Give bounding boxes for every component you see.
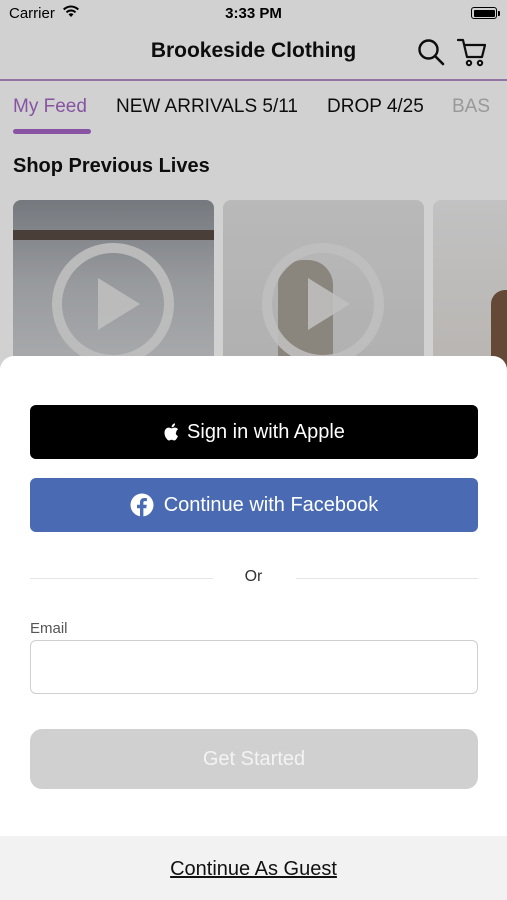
apple-button-label: Sign in with Apple — [187, 420, 345, 443]
screen: Carrier 3:33 PM Brookeside Clothing My F… — [0, 0, 507, 900]
guest-bar: Continue As Guest — [0, 836, 507, 900]
sign-in-with-apple-button[interactable]: Sign in with Apple — [30, 405, 478, 459]
get-started-button[interactable]: Get Started — [30, 729, 478, 789]
continue-as-guest-link[interactable]: Continue As Guest — [0, 858, 507, 881]
or-separator: Or — [244, 568, 263, 585]
email-field[interactable] — [30, 640, 478, 694]
email-label: Email — [30, 620, 68, 637]
continue-with-facebook-button[interactable]: Continue with Facebook — [30, 478, 478, 532]
facebook-icon — [130, 493, 154, 517]
sign-in-sheet: Sign in with Apple Continue with Faceboo… — [0, 356, 507, 900]
apple-icon — [164, 423, 179, 441]
divider — [296, 578, 478, 579]
facebook-button-label: Continue with Facebook — [163, 493, 379, 516]
